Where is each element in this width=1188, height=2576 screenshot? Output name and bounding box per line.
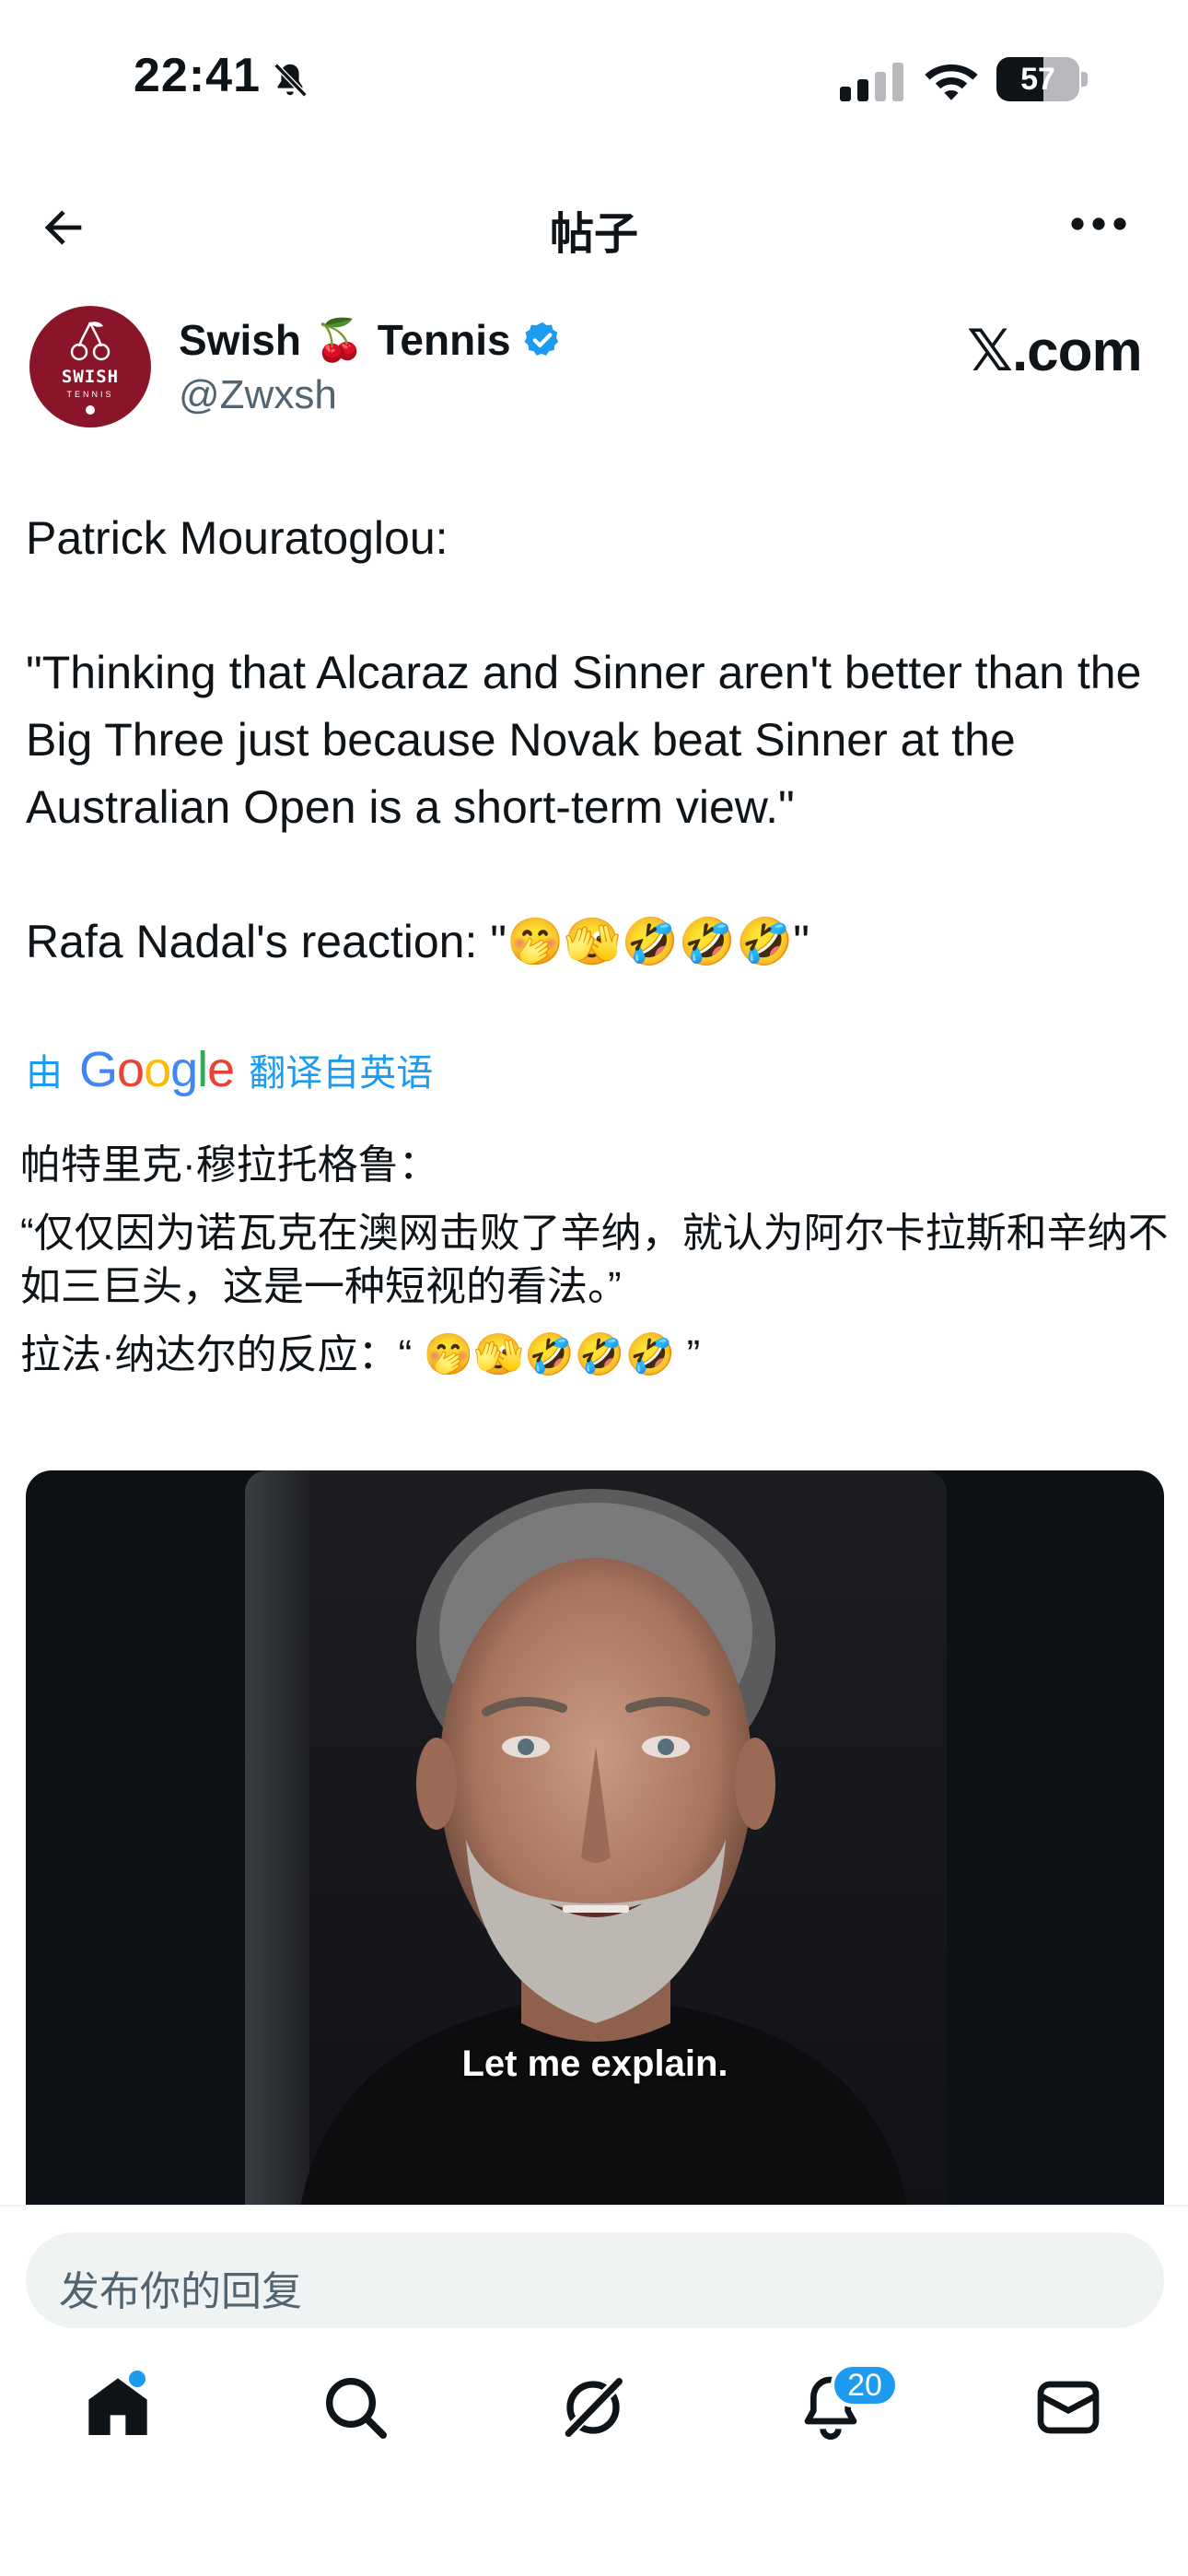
video-player[interactable]: Let me explain. [26, 1470, 1164, 2207]
video-caption: Let me explain. [461, 2043, 728, 2084]
reply-placeholder: 发布你的回复 [59, 2269, 302, 2314]
tweet-line-reaction: Rafa Nadal's reaction: "🤭🫣🤣🤣🤣" [26, 916, 810, 967]
battery-icon: 57 [996, 57, 1089, 101]
author-display-name[interactable]: Swish 🍒 Tennis [179, 315, 563, 365]
translated-line-quote: “仅仅因为诺瓦克在澳网击败了辛纳，就认为阿尔卡拉斯和辛纳不如三巨头，这是一种短视… [20, 1211, 1169, 1309]
verified-badge-icon [524, 322, 558, 356]
tweet-text: Patrick Mouratoglou: "Thinking that Alca… [26, 505, 1168, 976]
author-handle[interactable]: @Zwxsh [179, 372, 337, 418]
translated-line-reaction: 拉法·纳达尔的反应：“ 🤭🫣🤣🤣🤣 ” [20, 1332, 701, 1377]
tab-home[interactable] [81, 2371, 155, 2444]
author-name-part1: Swish [179, 316, 301, 364]
top-nav: 帖子 [0, 166, 1188, 286]
tab-search[interactable] [319, 2371, 392, 2444]
translation-prefix: 由 [26, 1053, 63, 1094]
more-horizontal-icon[interactable] [1070, 210, 1127, 238]
signal-icon [840, 63, 903, 101]
x-com-watermark: 𝕏.com [967, 320, 1143, 383]
speaker-portrait [300, 1489, 908, 2207]
avatar[interactable]: SWISH TENNIS [29, 306, 151, 427]
grok-icon [561, 2375, 625, 2440]
home-unread-dot [129, 2371, 146, 2387]
author-name-part2: Tennis [377, 316, 511, 364]
google-logo: Google [79, 1042, 235, 1097]
battery-percent: 57 [1020, 62, 1055, 97]
bell-muted-icon [274, 63, 308, 98]
cherry-logo-icon [70, 322, 111, 361]
translation-attribution[interactable]: 由 Google 翻译自英语 [26, 1041, 433, 1098]
tab-grok[interactable] [556, 2371, 630, 2444]
bottom-area: 发布你的回复 20 [0, 2205, 1188, 2576]
tab-bar: 20 [0, 2363, 1188, 2481]
translation-suffix: 翻译自英语 [249, 1053, 434, 1094]
translated-line-speaker: 帕特里克·穆拉托格鲁： [20, 1142, 439, 1188]
cherry-emoji: 🍒 [313, 318, 365, 363]
avatar-sub-text: TENNIS [66, 390, 114, 399]
search-icon [326, 2378, 387, 2439]
video-frame [245, 1470, 947, 2207]
post-detail-screen: 22:41 57 帖子 SWISH TENNIS Swish 🍒 Tennis … [0, 0, 1188, 2576]
tab-messages[interactable] [1031, 2371, 1105, 2444]
status-bar: 22:41 57 [0, 0, 1188, 157]
messages-icon [1037, 2381, 1100, 2434]
status-time: 22:41 [134, 49, 261, 102]
wifi-icon [925, 64, 978, 100]
avatar-brand-text: SWISH [61, 367, 120, 387]
tweet-line-speaker: Patrick Mouratoglou: [26, 512, 448, 564]
translated-text: 帕特里克·穆拉托格鲁： “仅仅因为诺瓦克在澳网击败了辛纳，就认为阿尔卡拉斯和辛纳… [20, 1139, 1171, 1397]
reply-input[interactable]: 发布你的回复 [26, 2232, 1164, 2328]
notification-count-badge: 20 [831, 2363, 899, 2407]
avatar-dot [86, 405, 95, 415]
tweet-line-quote: "Thinking that Alcaraz and Sinner aren't… [26, 647, 1155, 833]
page-title: 帖子 [549, 210, 638, 259]
